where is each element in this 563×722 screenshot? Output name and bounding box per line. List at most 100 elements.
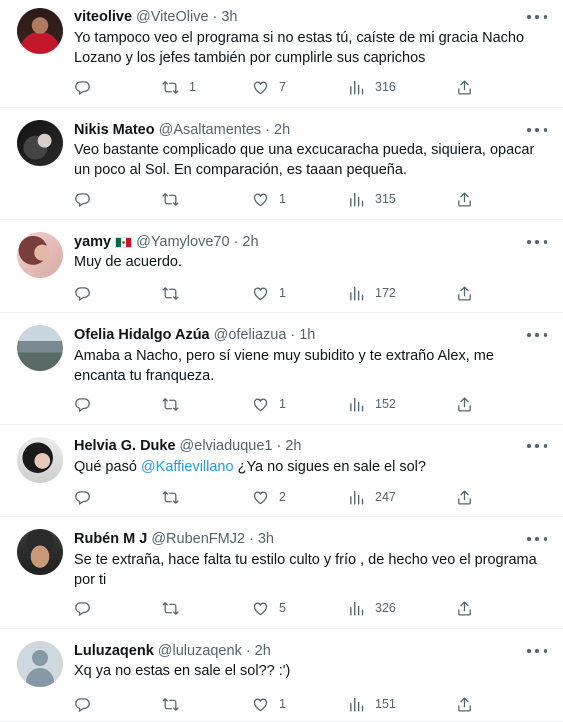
- views-button[interactable]: 326: [348, 598, 396, 618]
- avatar[interactable]: [17, 120, 63, 166]
- author-handle[interactable]: @elviaduque1: [180, 437, 273, 455]
- views-button[interactable]: 172: [348, 283, 396, 303]
- retweet-icon: [162, 285, 179, 302]
- retweet-button[interactable]: [162, 189, 179, 209]
- tweet-text: Se te extraña, hace falta tu estilo cult…: [74, 552, 537, 588]
- avatar[interactable]: [17, 325, 63, 371]
- tweet[interactable]: viteolive @ViteOlive · 3h Yo tampoco veo…: [0, 0, 563, 108]
- author-name[interactable]: viteolive: [74, 8, 132, 26]
- author-name[interactable]: Luluzaqenk: [74, 642, 154, 660]
- avatar[interactable]: [17, 529, 63, 575]
- tweet[interactable]: Rubén M J @RubenFMJ2 · 3h Se te extraña,…: [0, 517, 563, 629]
- retweet-button[interactable]: [162, 487, 179, 507]
- share-button[interactable]: [456, 598, 473, 618]
- retweet-button[interactable]: [162, 598, 179, 618]
- author-handle[interactable]: @Yamylove70: [136, 233, 229, 251]
- action-bar: 1 315: [74, 189, 474, 209]
- tweet-text: Muy de acuerdo.: [74, 254, 183, 270]
- action-bar: 1 151: [74, 694, 474, 714]
- avatar[interactable]: [17, 437, 63, 483]
- share-button[interactable]: [456, 77, 473, 97]
- timestamp[interactable]: 1h: [299, 326, 315, 344]
- share-button[interactable]: [456, 694, 473, 714]
- reply-button[interactable]: [74, 283, 91, 303]
- reply-button[interactable]: [74, 394, 91, 414]
- author-handle[interactable]: @ViteOlive: [136, 8, 208, 26]
- author-handle[interactable]: @RubenFMJ2: [151, 530, 245, 548]
- author-name[interactable]: Helvia G. Duke: [74, 437, 176, 455]
- reply-button[interactable]: [74, 598, 91, 618]
- mention-link[interactable]: @Kaffievillano: [141, 459, 234, 475]
- mexico-flag-icon: [115, 236, 133, 248]
- like-button[interactable]: 1: [252, 694, 286, 714]
- heart-icon: [252, 696, 269, 713]
- author-name[interactable]: yamy: [74, 233, 111, 251]
- tweet[interactable]: Helvia G. Duke @elviaduque1 · 2h Qué pas…: [0, 425, 563, 517]
- retweet-button[interactable]: [162, 394, 179, 414]
- separator-dot: ·: [249, 531, 254, 547]
- tweet[interactable]: Nikis Mateo @Asaltamentes · 2h Veo basta…: [0, 108, 563, 220]
- timestamp[interactable]: 2h: [242, 233, 258, 251]
- retweet-button[interactable]: 1: [162, 77, 196, 97]
- like-button[interactable]: 5: [252, 598, 286, 618]
- views-button[interactable]: 315: [348, 189, 396, 209]
- tweet-text: Amaba a Nacho, pero sí viene muy subidit…: [74, 348, 494, 384]
- author-name[interactable]: Nikis Mateo: [74, 121, 155, 139]
- avatar[interactable]: [17, 232, 63, 278]
- views-button[interactable]: 152: [348, 394, 396, 414]
- view-count: 326: [375, 601, 396, 615]
- like-count: 7: [279, 80, 286, 94]
- author-handle[interactable]: @ofeliazua: [214, 326, 287, 344]
- views-button[interactable]: 316: [348, 77, 396, 97]
- like-button[interactable]: 7: [252, 77, 286, 97]
- view-count: 172: [375, 286, 396, 300]
- timestamp[interactable]: 2h: [285, 437, 301, 455]
- reply-button[interactable]: [74, 77, 91, 97]
- share-button[interactable]: [456, 283, 473, 303]
- views-button[interactable]: 151: [348, 694, 396, 714]
- retweet-icon: [162, 489, 179, 506]
- action-bar: 2 247: [74, 487, 474, 507]
- avatar[interactable]: [17, 8, 63, 54]
- views-button[interactable]: 247: [348, 487, 396, 507]
- more-options-icon[interactable]: [527, 642, 547, 660]
- heart-icon: [252, 191, 269, 208]
- tweet-header: yamy @Yamylove70 · 2h: [74, 233, 259, 251]
- retweet-icon: [162, 396, 179, 413]
- view-count: 316: [375, 80, 396, 94]
- reply-button[interactable]: [74, 694, 91, 714]
- share-button[interactable]: [456, 394, 473, 414]
- tweet[interactable]: Ofelia Hidalgo Azúa @ofeliazua · 1h Amab…: [0, 313, 563, 425]
- more-options-icon[interactable]: [527, 121, 547, 139]
- default-avatar-icon[interactable]: [17, 641, 63, 687]
- more-options-icon[interactable]: [527, 326, 547, 344]
- reply-button[interactable]: [74, 189, 91, 209]
- more-options-icon[interactable]: [527, 437, 547, 455]
- tweet-text: Xq ya no estas en sale el sol?? :'): [74, 663, 291, 679]
- timestamp[interactable]: 2h: [274, 121, 290, 139]
- author-name[interactable]: Ofelia Hidalgo Azúa: [74, 326, 210, 344]
- tweet[interactable]: Luluzaqenk @luluzaqenk · 2h Xq ya no est…: [0, 629, 563, 722]
- more-options-icon[interactable]: [527, 530, 547, 548]
- timestamp[interactable]: 2h: [255, 642, 271, 660]
- retweet-button[interactable]: [162, 283, 179, 303]
- timestamp[interactable]: 3h: [258, 530, 274, 548]
- author-name[interactable]: Rubén M J: [74, 530, 147, 548]
- author-handle[interactable]: @luluzaqenk: [158, 642, 242, 660]
- like-button[interactable]: 1: [252, 394, 286, 414]
- reply-icon: [74, 191, 91, 208]
- retweet-button[interactable]: [162, 694, 179, 714]
- tweet[interactable]: yamy @Yamylove70 · 2h Muy de acuerdo. 1 …: [0, 220, 563, 313]
- like-button[interactable]: 1: [252, 189, 286, 209]
- more-options-icon[interactable]: [527, 233, 547, 251]
- like-button[interactable]: 1: [252, 283, 286, 303]
- share-button[interactable]: [456, 487, 473, 507]
- author-handle[interactable]: @Asaltamentes: [159, 121, 262, 139]
- like-count: 5: [279, 601, 286, 615]
- more-options-icon[interactable]: [527, 8, 547, 26]
- like-button[interactable]: 2: [252, 487, 286, 507]
- retweet-icon: [162, 600, 179, 617]
- share-button[interactable]: [456, 189, 473, 209]
- reply-button[interactable]: [74, 487, 91, 507]
- timestamp[interactable]: 3h: [221, 8, 237, 26]
